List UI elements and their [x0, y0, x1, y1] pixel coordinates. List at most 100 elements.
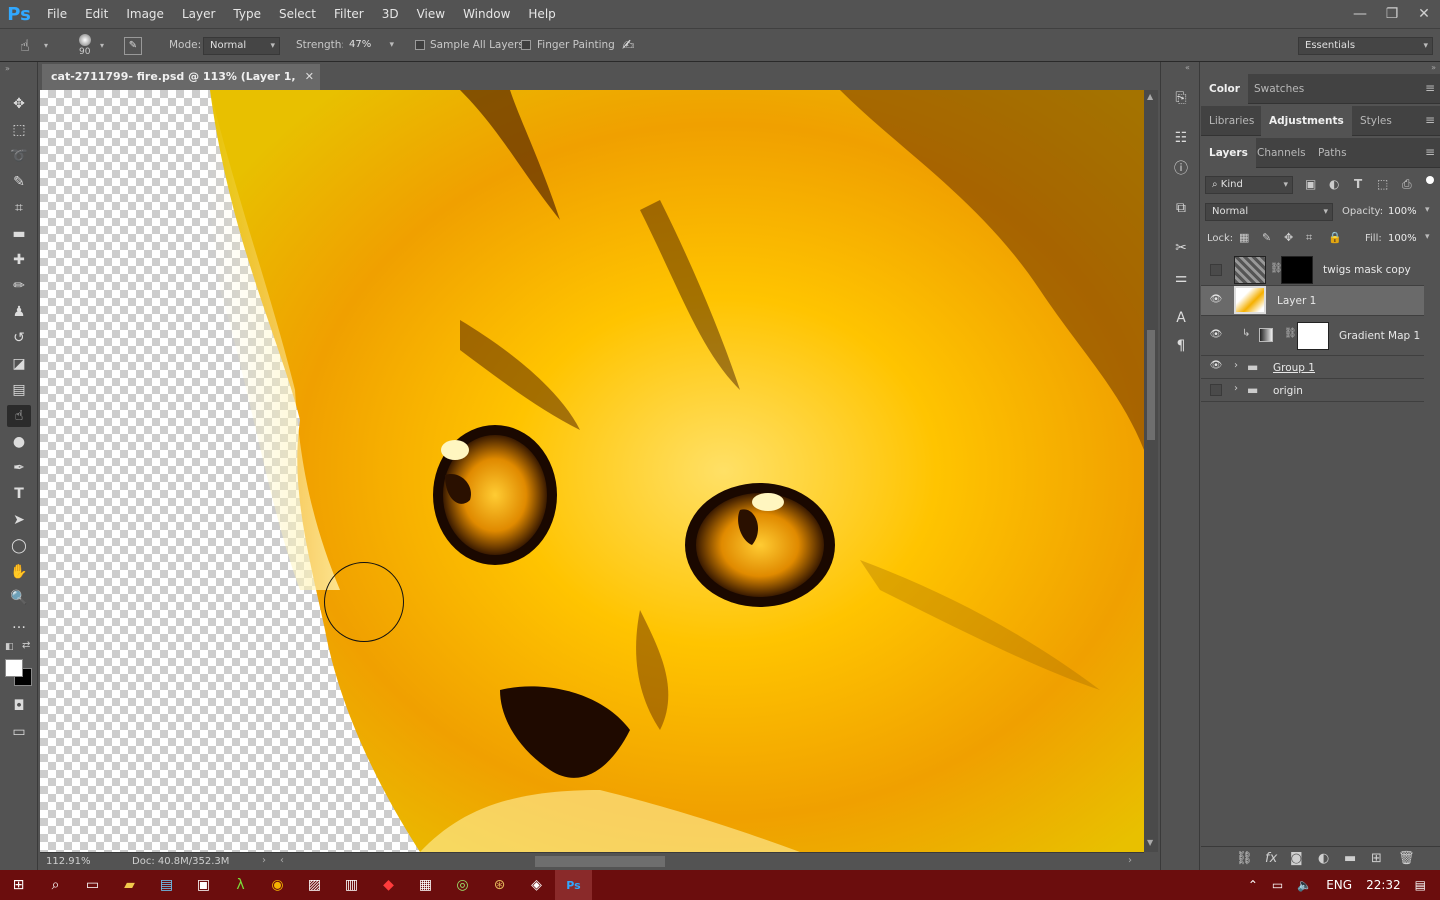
- link-icon[interactable]: ⛓: [1284, 328, 1297, 339]
- window-app-icon[interactable]: ▦: [407, 870, 444, 900]
- panel-menu-icon[interactable]: ≡: [1425, 113, 1435, 127]
- tab-libraries[interactable]: Libraries: [1201, 106, 1262, 136]
- menu-file[interactable]: File: [38, 0, 76, 28]
- notepad-icon[interactable]: ▤: [148, 870, 185, 900]
- healing-brush-tool-icon[interactable]: ✚: [7, 249, 31, 271]
- eraser-tool-icon[interactable]: ◪: [7, 353, 31, 375]
- tab-channels[interactable]: Channels: [1249, 138, 1314, 168]
- blend-mode-select[interactable]: Normal ▾: [1205, 203, 1333, 221]
- document-tab[interactable]: cat-2711799- fire.psd @ 113% (Layer 1, R…: [42, 64, 320, 109]
- menu-help[interactable]: Help: [519, 0, 564, 28]
- crop-tool-icon[interactable]: ⌗: [7, 197, 31, 219]
- hand-tool-icon[interactable]: ✋: [7, 561, 31, 583]
- restore-button[interactable]: ❐: [1376, 0, 1408, 28]
- quick-mask-icon[interactable]: ◘: [7, 695, 31, 717]
- vertical-scroll-thumb[interactable]: [1147, 330, 1155, 440]
- language-indicator[interactable]: ENG: [1319, 878, 1359, 892]
- paragraph-panel-icon[interactable]: ¶: [1169, 335, 1193, 357]
- default-colors-icon[interactable]: ◧: [5, 642, 14, 652]
- browser-app-icon[interactable]: ◎: [444, 870, 481, 900]
- menu-layer[interactable]: Layer: [173, 0, 224, 28]
- layer-style-icon[interactable]: fx: [1265, 851, 1277, 866]
- clone-stamp-tool-icon[interactable]: ♟: [7, 301, 31, 323]
- volume-icon[interactable]: 🔈: [1290, 878, 1319, 892]
- close-tab-icon[interactable]: ✕: [305, 64, 314, 90]
- chevron-down-icon[interactable]: ▾: [1425, 205, 1430, 215]
- layer-row-group-1[interactable]: 👁 › ▬ Group 1: [1201, 356, 1424, 379]
- visibility-toggle[interactable]: [1210, 384, 1222, 396]
- eye-icon[interactable]: 👁: [1209, 329, 1223, 343]
- eye-icon[interactable]: 👁: [1209, 360, 1223, 374]
- layer-row-origin[interactable]: › ▬ origin: [1201, 379, 1424, 402]
- menu-view[interactable]: View: [408, 0, 454, 28]
- dodge-tool-icon[interactable]: ●: [7, 431, 31, 453]
- lock-position-icon[interactable]: ✥: [1284, 231, 1293, 244]
- move-tool-icon[interactable]: ✥: [7, 93, 31, 115]
- photos-icon[interactable]: ▨: [296, 870, 333, 900]
- tab-paths[interactable]: Paths: [1310, 138, 1355, 168]
- marquee-tool-icon[interactable]: ⬚: [7, 119, 31, 141]
- tab-adjustments[interactable]: Adjustments: [1261, 106, 1352, 136]
- layer-mask-thumbnail[interactable]: [1297, 322, 1329, 350]
- layer-mask-thumbnail[interactable]: [1281, 256, 1313, 284]
- opacity-value[interactable]: 100%: [1388, 206, 1417, 217]
- layer-row-layer-1[interactable]: 👁 Layer 1: [1201, 286, 1424, 316]
- filter-toggle-icon[interactable]: [1426, 176, 1434, 184]
- properties-panel-icon[interactable]: ☷: [1169, 127, 1193, 149]
- brush-panel-icon[interactable]: ⚌: [1169, 267, 1193, 289]
- ruler-tool-icon[interactable]: ▬: [7, 223, 31, 245]
- menu-type[interactable]: Type: [224, 0, 270, 28]
- new-group-icon[interactable]: ▬: [1344, 851, 1356, 866]
- menu-image[interactable]: Image: [117, 0, 173, 28]
- terminal-icon[interactable]: ▣: [185, 870, 222, 900]
- chrome-icon[interactable]: ◉: [259, 870, 296, 900]
- gradient-tool-icon[interactable]: ▤: [7, 379, 31, 401]
- search-icon[interactable]: ⌕: [37, 870, 74, 900]
- lock-pixels-icon[interactable]: ✎: [1262, 231, 1271, 244]
- photoshop-taskbar-icon[interactable]: Ps: [555, 870, 592, 900]
- visibility-toggle[interactable]: [1210, 264, 1222, 276]
- smudge-tool-icon[interactable]: ☝: [20, 36, 30, 55]
- finger-painting-checkbox[interactable]: [521, 40, 531, 50]
- zoom-tool-icon[interactable]: 🔍: [7, 587, 31, 609]
- layer-filter-kind-select[interactable]: ⌕ Kind ▾: [1205, 176, 1293, 194]
- eye-icon[interactable]: 👁: [1209, 294, 1223, 308]
- collapse-icon[interactable]: «: [1185, 63, 1190, 72]
- workspace-select[interactable]: Essentials ▾: [1298, 37, 1433, 55]
- menu-3d[interactable]: 3D: [373, 0, 408, 28]
- tab-layers[interactable]: Layers: [1201, 138, 1256, 168]
- adjustment-gradient-icon[interactable]: [1259, 328, 1273, 342]
- new-layer-icon[interactable]: ⊞: [1371, 851, 1382, 866]
- filter-pixel-icon[interactable]: ▣: [1305, 177, 1316, 191]
- scroll-left-icon[interactable]: ‹: [280, 855, 284, 866]
- lock-all-icon[interactable]: 🔒: [1328, 231, 1342, 244]
- link-layers-icon[interactable]: ⛓: [1236, 851, 1253, 866]
- menu-select[interactable]: Select: [270, 0, 325, 28]
- delete-layer-icon[interactable]: 🗑: [1398, 851, 1415, 866]
- foreground-color-swatch[interactable]: [5, 659, 23, 677]
- filter-smart-object-icon[interactable]: ⎙: [1402, 177, 1412, 192]
- brush-presets-panel-icon[interactable]: ✂: [1169, 237, 1193, 259]
- collapse-icon[interactable]: »: [5, 64, 10, 73]
- add-mask-icon[interactable]: ◙: [1290, 851, 1303, 866]
- tab-color[interactable]: Color: [1201, 74, 1248, 104]
- path-select-tool-icon[interactable]: ➤: [7, 509, 31, 531]
- filter-shape-icon[interactable]: ⬚: [1377, 177, 1388, 191]
- expand-chevron-icon[interactable]: ›: [1234, 360, 1238, 371]
- status-menu-arrow-icon[interactable]: ›: [262, 855, 266, 866]
- pen-tool-icon[interactable]: ✒: [7, 457, 31, 479]
- scroll-up-icon[interactable]: ▲: [1147, 92, 1153, 101]
- minimize-button[interactable]: —: [1344, 0, 1376, 28]
- vertical-scrollbar[interactable]: ▲ ▼: [1144, 90, 1158, 852]
- layer-thumbnail[interactable]: [1234, 256, 1266, 284]
- lasso-tool-icon[interactable]: ➰: [7, 145, 31, 167]
- brush-tool-icon[interactable]: ✏: [7, 275, 31, 297]
- layer-row-twigs-mask-copy[interactable]: ⛓ twigs mask copy: [1201, 254, 1424, 286]
- file-explorer-icon[interactable]: ▰: [111, 870, 148, 900]
- swap-colors-icon[interactable]: ⇄: [22, 640, 30, 651]
- more-tools-icon[interactable]: …: [7, 613, 31, 635]
- quick-select-tool-icon[interactable]: ✎: [7, 171, 31, 193]
- zoom-level[interactable]: 112.91%: [46, 856, 91, 867]
- panel-menu-icon[interactable]: ≡: [1425, 145, 1435, 159]
- brush-panel-toggle-icon[interactable]: ✎: [124, 37, 142, 55]
